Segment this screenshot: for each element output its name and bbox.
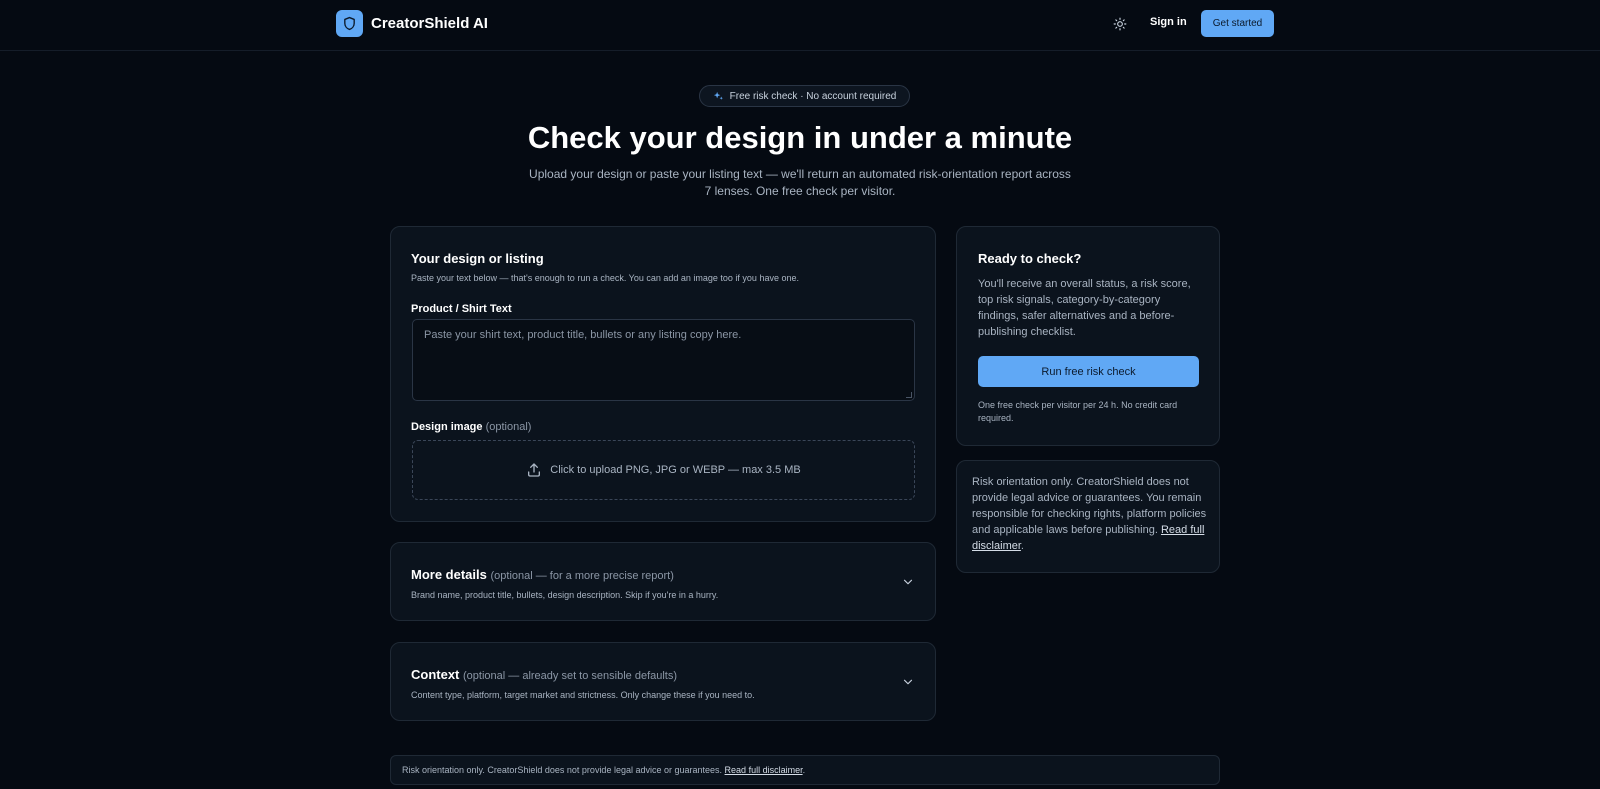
design-image-label: Design image (optional)	[411, 421, 531, 433]
more-details-subtitle: Brand name, product title, bullets, desi…	[411, 590, 719, 600]
image-upload-dropzone[interactable]: Click to upload PNG, JPG or WEBP — max 3…	[412, 440, 915, 500]
page-title: Check your design in under a minute	[527, 120, 1073, 155]
disclaimer-text: Risk orientation only. CreatorShield doe…	[972, 476, 1207, 552]
shield-icon	[336, 10, 363, 37]
context-optional: (optional — already set to sensible defa…	[463, 670, 678, 682]
badge-text: Free risk check · No account required	[729, 90, 897, 102]
disclaimer-card: Risk orientation only. CreatorShield doe…	[956, 460, 1220, 573]
design-image-optional: (optional)	[485, 421, 532, 433]
design-listing-card: Your design or listing Paste your text b…	[390, 226, 936, 522]
chevron-down-icon[interactable]	[901, 675, 915, 689]
design-card-subtitle: Paste your text below — that's enough to…	[411, 273, 799, 283]
ready-title: Ready to check?	[978, 251, 1082, 266]
product-text-label: Product / Shirt Text	[411, 303, 512, 315]
design-image-label-text: Design image	[411, 421, 483, 433]
ready-to-check-card: Ready to check? You'll receive an overal…	[956, 226, 1220, 446]
product-text-placeholder: Paste your shirt text, product title, bu…	[424, 329, 742, 341]
product-text-input[interactable]: Paste your shirt text, product title, bu…	[412, 319, 915, 401]
upload-text: Click to upload PNG, JPG or WEBP — max 3…	[550, 464, 801, 476]
sparkles-icon	[713, 91, 723, 100]
brand-name: CreatorShield AI	[371, 15, 488, 32]
upload-icon	[528, 463, 541, 477]
free-check-badge: Free risk check · No account required	[699, 85, 910, 107]
context-subtitle: Content type, platform, target market an…	[411, 690, 755, 700]
chevron-down-icon[interactable]	[901, 575, 915, 589]
footer-disclaimer: Risk orientation only. CreatorShield doe…	[390, 755, 1220, 785]
more-details-title: More details	[411, 567, 487, 582]
context-title: Context	[411, 667, 460, 682]
page-subtitle: Upload your design or paste your listing…	[529, 167, 1071, 198]
brand-link[interactable]: CreatorShield AI	[336, 10, 488, 37]
sign-in-link[interactable]: Sign in	[1150, 16, 1187, 28]
top-navigation: CreatorShield AI Sign in Get started	[0, 0, 1600, 51]
get-started-button[interactable]: Get started	[1201, 10, 1274, 37]
ready-note: One free check per visitor per 24 h. No …	[978, 400, 1178, 423]
more-details-accordion[interactable]: More details (optional — for a more prec…	[390, 542, 936, 621]
resize-handle[interactable]	[906, 392, 912, 398]
run-risk-check-button[interactable]: Run free risk check	[978, 356, 1199, 387]
sun-icon	[1113, 17, 1127, 31]
context-header: Context (optional — already set to sensi…	[411, 667, 677, 682]
context-accordion[interactable]: Context (optional — already set to sensi…	[390, 642, 936, 721]
more-details-header: More details (optional — for a more prec…	[411, 567, 674, 582]
design-card-title: Your design or listing	[411, 251, 544, 266]
footer-text: Risk orientation only. CreatorShield doe…	[402, 765, 723, 775]
footer-disclaimer-link[interactable]: Read full disclaimer	[725, 765, 803, 775]
more-details-optional: (optional — for a more precise report)	[490, 570, 674, 582]
theme-toggle-button[interactable]	[1110, 14, 1130, 34]
ready-description: You'll receive an overall status, a risk…	[978, 278, 1191, 338]
